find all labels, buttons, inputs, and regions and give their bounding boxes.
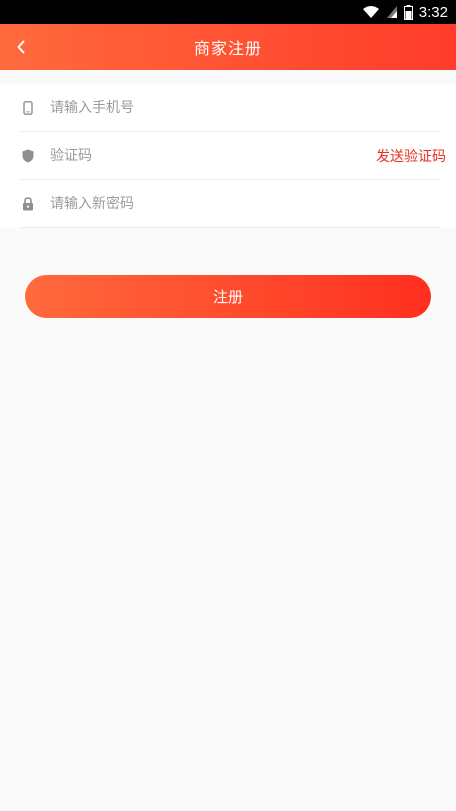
phone-row [20, 83, 440, 132]
shield-icon [20, 148, 36, 164]
status-time: 3:32 [418, 3, 448, 21]
lock-icon [20, 196, 36, 212]
code-input[interactable] [50, 131, 376, 180]
app-bar: 商家注册 [0, 24, 456, 70]
code-row: 发送验证码 [20, 131, 446, 180]
status-bar: 3:32 [0, 0, 456, 24]
back-button[interactable] [6, 24, 36, 70]
phone-icon [20, 100, 36, 116]
signal-icon [386, 6, 397, 18]
battery-icon [403, 4, 413, 20]
phone-input[interactable] [50, 83, 440, 132]
page-title: 商家注册 [193, 39, 262, 58]
send-code-button[interactable]: 发送验证码 [376, 146, 446, 166]
password-input[interactable] [50, 179, 440, 228]
register-form: 发送验证码 [0, 83, 456, 228]
password-row [20, 179, 440, 228]
chevron-left-icon [17, 40, 25, 54]
wifi-icon [362, 6, 379, 18]
register-button[interactable]: 注册 [25, 275, 431, 318]
